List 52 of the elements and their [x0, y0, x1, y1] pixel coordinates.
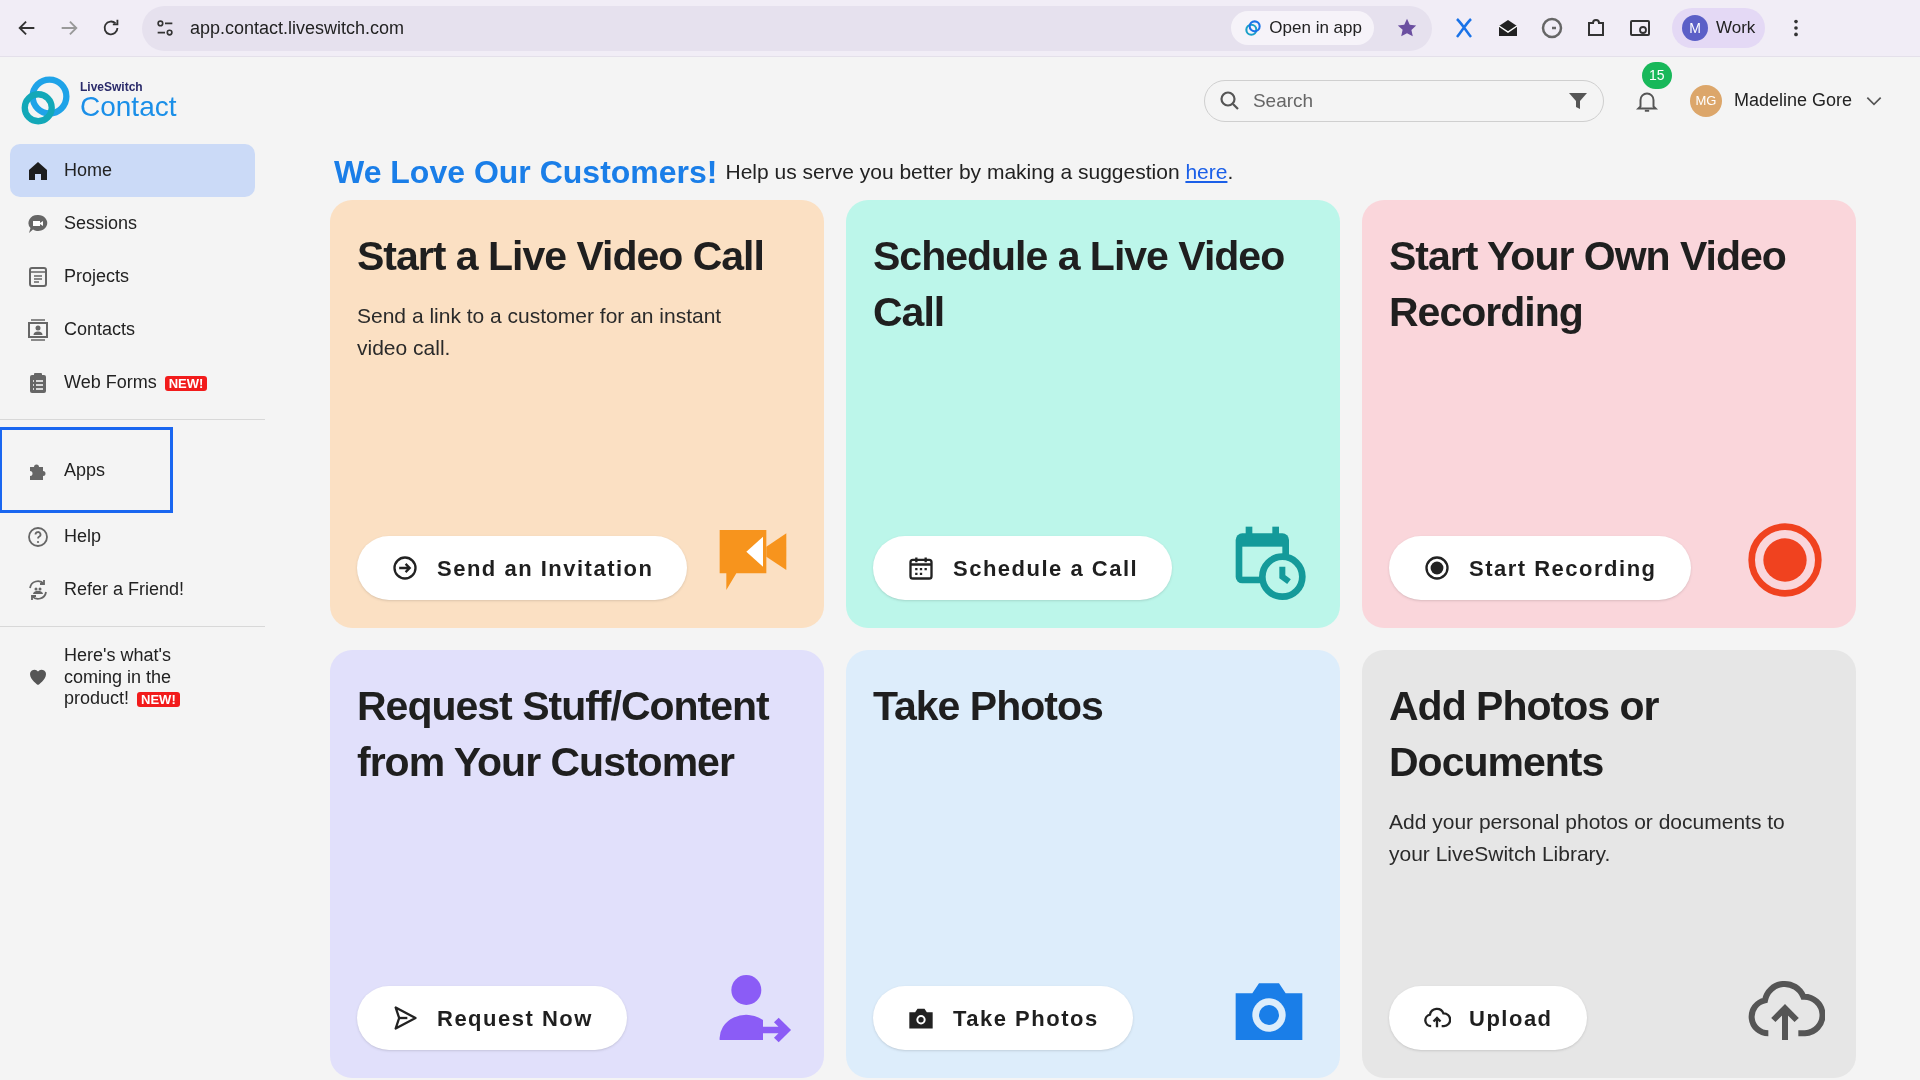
notification-count: 15 [1641, 61, 1672, 89]
document-icon [26, 264, 50, 289]
refer-icon [26, 577, 50, 602]
app-icon [1243, 18, 1264, 38]
arrow-circle-icon [391, 554, 419, 582]
user-menu[interactable]: MG Madeline Gore [1689, 84, 1884, 117]
new-badge: NEW! [137, 691, 180, 707]
user-name: Madeline Gore [1733, 89, 1852, 112]
card-title: Request Stuff/Content from Your Customer [357, 682, 771, 787]
banner-text: Help us serve you better by making a suggestion here. [725, 159, 1234, 186]
logo-text: Contact [80, 92, 177, 121]
card-action-button[interactable]: Send an Invitation [357, 536, 688, 600]
site-settings-icon[interactable] [154, 17, 176, 39]
url-text: app.contact.liveswitch.com [190, 16, 406, 40]
card-description: Send a link to a customer for an instant video call. [357, 303, 723, 361]
logo-small-text: LiveSwitch [80, 80, 144, 93]
open-in-app-button[interactable]: Open in app [1231, 11, 1374, 45]
bookmark-star-icon[interactable] [1396, 17, 1418, 39]
card-title: Take Photos [873, 682, 1104, 731]
card-title: Add Photos or Documents [1389, 682, 1660, 787]
card-title: Start a Live Video Call [357, 232, 765, 281]
card-action-button[interactable]: Take Photos [873, 986, 1133, 1050]
suggestion-link[interactable]: here [1185, 160, 1228, 184]
banner-heading: We Love Our Customers! [334, 153, 718, 192]
sidebar-item[interactable]: Help [10, 510, 255, 563]
card-action-button[interactable]: Upload [1389, 986, 1587, 1050]
send-icon [391, 1004, 419, 1032]
sidebar-item[interactable]: Projects [10, 250, 255, 303]
record-icon [1745, 520, 1825, 600]
profile-name: Work [1716, 17, 1756, 40]
sidebar-item[interactable]: Here's what's coming in the product! NEW! [10, 637, 255, 718]
card-action-button[interactable]: Start Recording [1389, 536, 1691, 600]
search-field[interactable]: Search [1203, 79, 1604, 122]
sidebar-item[interactable]: Sessions [10, 197, 255, 250]
sidebar-item[interactable]: Home [10, 144, 255, 197]
address-bar[interactable]: app.contact.liveswitch.com Open in app [142, 5, 1432, 51]
profile-button[interactable]: M Work [1672, 8, 1766, 48]
sidebar-item[interactable]: Refer a Friend! [10, 563, 255, 616]
record-dot-icon [1423, 554, 1451, 582]
sidebar-item[interactable]: Apps [2, 430, 170, 510]
sidebar-item[interactable]: Contacts [10, 303, 255, 356]
user-avatar: MG [1689, 84, 1722, 117]
card-title: Start Your Own Video Recording [1389, 232, 1787, 337]
card-description: Add your personal photos or documents to your LiveSwitch Library. [1389, 809, 1786, 867]
help-icon [26, 524, 50, 549]
card-title: Schedule a Live Video Call [873, 232, 1286, 337]
contact-card-icon [26, 317, 50, 342]
profile-avatar: M [1682, 15, 1708, 41]
new-badge: NEW! [164, 375, 208, 391]
sidebar-item[interactable]: Web Forms NEW! [10, 356, 255, 409]
card-action-button[interactable]: Request Now [357, 986, 627, 1050]
card-action-button[interactable]: Schedule a Call [873, 536, 1173, 600]
